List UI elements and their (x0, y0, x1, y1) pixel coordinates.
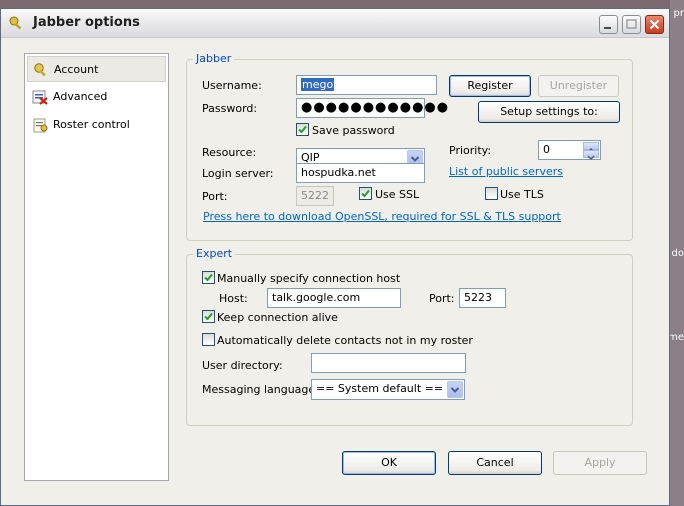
chevron-down-icon (450, 387, 460, 393)
messaging-language-label: Messaging language: (202, 383, 319, 396)
ok-button[interactable]: OK (342, 451, 436, 475)
nav-item-advanced[interactable]: Advanced (27, 84, 166, 110)
close-button[interactable] (645, 15, 664, 34)
use-tls-label: Use TLS (500, 188, 544, 201)
messaging-language-combobox[interactable]: == System default == (311, 379, 465, 400)
minimize-button[interactable] (599, 15, 618, 34)
maximize-button[interactable] (622, 15, 641, 34)
password-mask: ●●●●●●●●●●●● (301, 100, 450, 115)
nav-item-roster-control[interactable]: Roster control (27, 112, 166, 138)
username-value: mego (301, 78, 335, 91)
title-bar[interactable]: Jabber options (1, 9, 669, 38)
priority-up-button[interactable] (583, 142, 599, 153)
options-nav: Account Advanced Roster control (24, 53, 169, 481)
host-label: Host: (219, 292, 248, 305)
minimize-icon (604, 27, 611, 29)
window-title: Jabber options (33, 15, 140, 30)
use-ssl-checkbox[interactable] (359, 187, 372, 200)
setup-settings-button[interactable]: Setup settings to: (478, 101, 620, 123)
arrow-down-icon (587, 155, 595, 161)
nav-item-account[interactable]: Account (27, 56, 166, 82)
nav-item-label: Roster control (53, 118, 130, 131)
expert-port-field[interactable]: 5223 (459, 288, 506, 308)
messaging-language-value: == System default == (316, 382, 444, 395)
priority-value: 0 (543, 143, 550, 156)
close-icon (649, 19, 660, 30)
public-servers-link[interactable]: List of public servers (449, 165, 563, 178)
save-password-checkbox[interactable] (296, 123, 309, 136)
roster-icon (33, 118, 48, 133)
advanced-settings-icon (32, 90, 48, 105)
openssl-download-link[interactable]: Press here to download OpenSSL, required… (203, 210, 561, 223)
use-ssl-label: Use SSL (375, 188, 420, 201)
login-server-field[interactable]: hospudka.net (296, 163, 425, 183)
jabber-options-window: Jabber options Account Advanced Roster c… (0, 8, 670, 506)
login-server-value: hospudka.net (301, 166, 376, 179)
use-tls-checkbox[interactable] (485, 187, 498, 200)
auto-delete-label: Automatically delete contacts not in my … (217, 334, 473, 347)
desktop-edge-text: pr (673, 8, 684, 19)
keep-alive-checkbox[interactable] (202, 310, 215, 323)
expert-group-title: Expert (193, 247, 236, 260)
host-field[interactable]: talk.google.com (267, 288, 401, 308)
auto-delete-checkbox[interactable] (202, 333, 215, 346)
password-field[interactable]: ●●●●●●●●●●●● (296, 98, 448, 118)
login-server-label: Login server: (202, 167, 274, 180)
password-label: Password: (202, 102, 258, 115)
desktop-edge-text: me (668, 332, 684, 343)
port-field: 5222 (296, 186, 334, 206)
username-label: Username: (202, 79, 262, 92)
expert-port-label: Port: (429, 292, 455, 305)
checkmark-icon (204, 273, 213, 282)
priority-down-button[interactable] (583, 150, 599, 161)
user-directory-field[interactable] (311, 353, 466, 373)
desktop-edge-text: do (671, 248, 684, 259)
manual-host-checkbox[interactable] (202, 271, 215, 284)
nav-item-label: Advanced (53, 90, 108, 103)
priority-spinner[interactable]: 0 (538, 140, 601, 161)
cancel-button[interactable]: Cancel (448, 451, 542, 475)
save-password-label: Save password (312, 124, 395, 137)
checkmark-icon (361, 189, 370, 198)
keep-alive-label: Keep connection alive (217, 311, 338, 324)
messaging-language-dropdown-button[interactable] (447, 381, 463, 398)
key-icon (9, 16, 22, 30)
key-icon (34, 63, 46, 77)
apply-button: Apply (553, 451, 647, 475)
username-field[interactable]: mego (296, 75, 437, 95)
expert-port-value: 5223 (464, 291, 492, 304)
host-value: talk.google.com (272, 291, 361, 304)
port-label: Port: (202, 190, 228, 203)
checkmark-icon (298, 125, 307, 134)
register-button[interactable]: Register (449, 75, 531, 97)
checkmark-icon (204, 312, 213, 321)
unregister-button: Unregister (538, 75, 619, 97)
port-value: 5222 (301, 189, 329, 202)
nav-item-label: Account (54, 63, 99, 76)
priority-label: Priority: (449, 144, 492, 157)
jabber-group-title: Jabber (193, 52, 235, 65)
user-directory-label: User directory: (202, 359, 283, 372)
maximize-icon (626, 19, 637, 29)
resource-label: Resource: (202, 146, 257, 159)
manual-host-label: Manually specify connection host (217, 272, 401, 285)
